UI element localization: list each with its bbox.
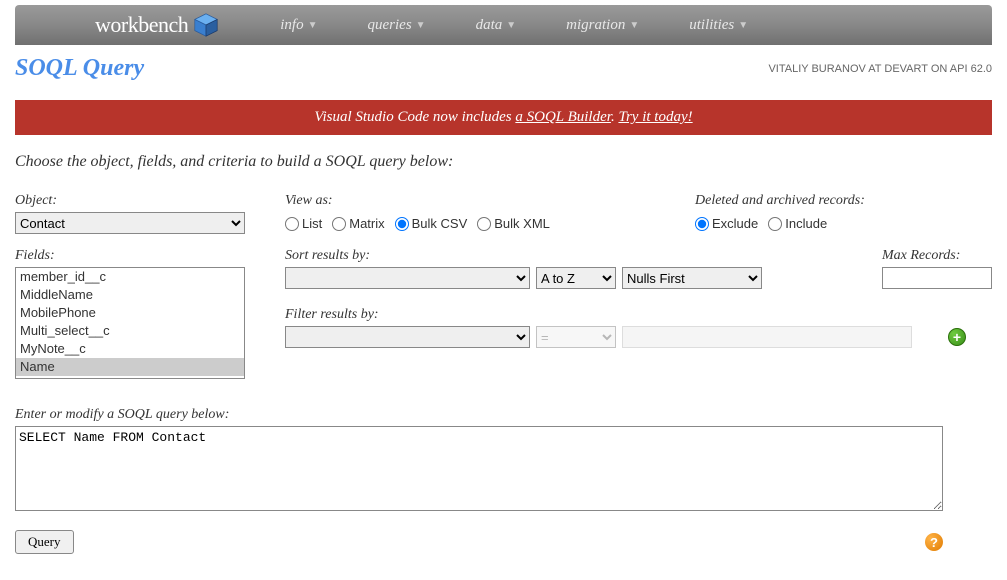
filter-by-label: Filter results by: (285, 307, 992, 323)
sort-direction-select[interactable]: A to Z (536, 267, 616, 289)
nav-utilities[interactable]: utilities▼ (689, 17, 748, 34)
max-records-label: Max Records: (882, 248, 992, 264)
chevron-down-icon: ▼ (416, 20, 426, 31)
chevron-down-icon: ▼ (629, 20, 639, 31)
sort-field-select[interactable] (285, 267, 530, 289)
query-button[interactable]: Query (15, 530, 74, 554)
top-nav-bar: workbench info▼ queries▼ data▼ migration… (15, 5, 992, 45)
plus-icon: + (953, 330, 961, 344)
cube-icon (192, 11, 220, 39)
promo-banner: Visual Studio Code now includes a SOQL B… (15, 100, 992, 135)
add-filter-button[interactable]: + (948, 328, 966, 346)
field-option[interactable]: MiddleName (16, 286, 244, 304)
deleted-label: Deleted and archived records: (695, 193, 865, 209)
banner-link-try[interactable]: Try it today! (618, 109, 692, 125)
sort-by-label: Sort results by: (285, 248, 762, 264)
subtitle: Choose the object, fields, and criteria … (15, 153, 992, 171)
banner-link-soql-builder[interactable]: a SOQL Builder (515, 109, 611, 125)
query-textarea[interactable] (15, 426, 943, 511)
nav-menu: info▼ queries▼ data▼ migration▼ utilitie… (280, 17, 748, 34)
object-label: Object: (15, 193, 265, 209)
chevron-down-icon: ▼ (506, 20, 516, 31)
chevron-down-icon: ▼ (308, 20, 318, 31)
fields-label: Fields: (15, 248, 265, 264)
field-option[interactable]: MobilePhone (16, 304, 244, 322)
filter-operator-select[interactable]: = (536, 326, 616, 348)
query-textarea-label: Enter or modify a SOQL query below: (15, 407, 992, 423)
field-option[interactable]: member_id__c (16, 268, 244, 286)
view-as-list[interactable]: List (285, 216, 322, 231)
nav-migration[interactable]: migration▼ (566, 17, 639, 34)
deleted-include[interactable]: Include (768, 216, 827, 231)
logo[interactable]: workbench (95, 11, 220, 39)
field-option[interactable]: MyNote__c (16, 340, 244, 358)
field-option[interactable]: Multi_select__c (16, 322, 244, 340)
help-icon[interactable]: ? (925, 533, 943, 551)
object-select[interactable]: Contact (15, 212, 245, 234)
max-records-input[interactable] (882, 267, 992, 289)
banner-text: Visual Studio Code now includes (314, 109, 515, 125)
nav-info[interactable]: info▼ (280, 17, 317, 34)
deleted-exclude[interactable]: Exclude (695, 216, 758, 231)
fields-multiselect[interactable]: member_id__c MiddleName MobilePhone Mult… (15, 267, 245, 379)
logo-text: workbench (95, 12, 188, 38)
view-as-bulk-xml[interactable]: Bulk XML (477, 216, 550, 231)
filter-field-select[interactable] (285, 326, 530, 348)
user-info: VITALIY BURANOV AT DEVART ON API 62.0 (768, 63, 992, 75)
view-as-matrix[interactable]: Matrix (332, 216, 384, 231)
view-as-label: View as: (285, 193, 675, 209)
filter-value-input[interactable] (622, 326, 912, 348)
view-as-bulk-csv[interactable]: Bulk CSV (395, 216, 468, 231)
page-title: SOQL Query (15, 55, 144, 82)
field-option-selected[interactable]: Name (16, 358, 244, 376)
chevron-down-icon: ▼ (738, 20, 748, 31)
nav-data[interactable]: data▼ (476, 17, 517, 34)
nav-queries[interactable]: queries▼ (368, 17, 426, 34)
sort-nulls-select[interactable]: Nulls First (622, 267, 762, 289)
